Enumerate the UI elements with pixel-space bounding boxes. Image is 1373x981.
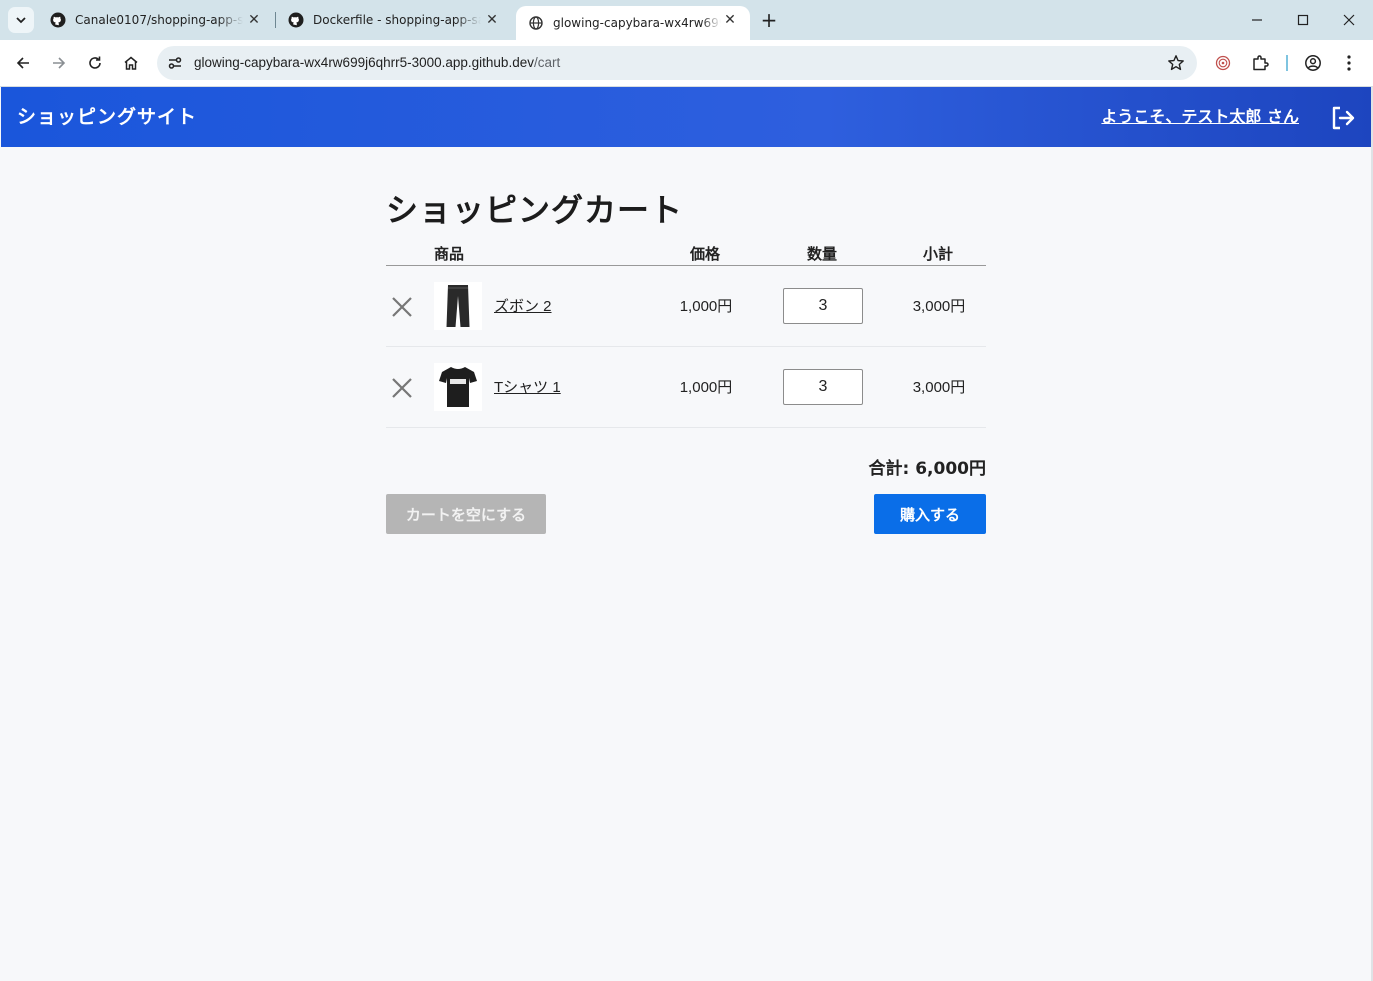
address-bar[interactable]: glowing-capybara-wx4rw699j6qhrr5-3000.ap… (157, 46, 1197, 80)
purchase-button[interactable]: 購入する (874, 494, 986, 534)
product-link[interactable]: Tシャツ 1 (494, 347, 561, 429)
tab-title: glowing-capybara-wx4rw699j6qhrr5 (553, 16, 721, 30)
site-info-icon[interactable] (163, 51, 187, 75)
extension-privacy-icon[interactable] (1212, 52, 1234, 74)
minimize-icon (1252, 19, 1262, 21)
product-thumbnail[interactable] (434, 282, 482, 330)
tab-strip: Canale0107/shopping-app-sample ✕ Dockerf… (0, 0, 1373, 40)
clear-cart-button[interactable]: カートを空にする (386, 494, 546, 534)
profile-icon[interactable] (1302, 52, 1324, 74)
item-subtotal: 3,000円 (912, 298, 966, 315)
maximize-icon (1297, 14, 1309, 26)
tab-github-repo[interactable]: Canale0107/shopping-app-sample ✕ (38, 0, 274, 40)
back-button[interactable] (8, 48, 38, 78)
product-thumbnail[interactable] (434, 363, 482, 411)
cart-total: 合計: 6,000円 (868, 459, 987, 479)
cart-table-header: 商品 価格 数量 小計 (386, 243, 986, 266)
column-quantity: 数量 (807, 245, 838, 263)
bookmark-star-icon[interactable] (1167, 54, 1185, 72)
column-subtotal: 小計 (923, 245, 954, 263)
window-close-button[interactable] (1326, 0, 1372, 40)
arrow-right-icon (53, 57, 66, 69)
url-text: glowing-capybara-wx4rw699j6qhrr5-3000.ap… (194, 46, 560, 80)
close-icon (1343, 14, 1355, 26)
close-icon (392, 297, 412, 317)
browser-toolbar: glowing-capybara-wx4rw699j6qhrr5-3000.ap… (0, 40, 1373, 87)
chevron-down-icon (16, 17, 26, 24)
reload-button[interactable] (80, 48, 110, 78)
github-icon (50, 12, 66, 28)
url-path: /cart (533, 55, 561, 70)
remove-item-button[interactable] (388, 374, 416, 402)
cart-row: ズボン 2 1,000円 3 3,000円 (386, 266, 986, 347)
minimize-button[interactable] (1234, 0, 1280, 40)
forward-button[interactable] (44, 48, 74, 78)
close-icon[interactable]: ✕ (246, 12, 262, 28)
new-tab-button[interactable]: + (756, 8, 782, 34)
quantity-input[interactable]: 3 (783, 288, 863, 324)
pants-icon (446, 285, 470, 327)
extensions-puzzle-icon[interactable] (1249, 52, 1271, 74)
page-title: ショッピングカート (386, 191, 684, 229)
url-host: glowing-capybara-wx4rw699j6qhrr5-3000.ap… (194, 55, 534, 70)
tab-title: Canale0107/shopping-app-sample (75, 13, 243, 27)
close-icon[interactable]: ✕ (484, 12, 500, 28)
product-link[interactable]: ズボン 2 (494, 266, 552, 348)
github-icon (288, 12, 304, 28)
home-icon (124, 56, 138, 70)
toolbar-separator (1286, 55, 1288, 71)
tab-title: Dockerfile - shopping-app-sample (313, 13, 481, 27)
tab-search-button[interactable] (8, 7, 34, 33)
cart-row: Tシャツ 1 1,000円 3 3,000円 (386, 347, 986, 428)
tab-dockerfile[interactable]: Dockerfile - shopping-app-sample ✕ (276, 0, 512, 40)
logout-icon[interactable] (1329, 104, 1357, 132)
globe-icon (528, 15, 544, 31)
arrow-left-icon (16, 57, 29, 69)
reload-icon (89, 56, 101, 69)
tshirt-icon (439, 367, 477, 407)
welcome-user-link[interactable]: ようこそ、テスト太郎 さん (1101, 87, 1299, 147)
maximize-button[interactable] (1280, 0, 1326, 40)
site-header: ショッピングサイト ようこそ、テスト太郎 さん (1, 87, 1371, 147)
item-subtotal: 3,000円 (912, 379, 966, 396)
home-button[interactable] (116, 48, 146, 78)
close-icon[interactable]: ✕ (722, 12, 738, 28)
item-price: 1,000円 (679, 379, 733, 396)
kebab-menu-icon[interactable] (1338, 52, 1360, 74)
remove-item-button[interactable] (388, 293, 416, 321)
site-title[interactable]: ショッピングサイト (17, 87, 197, 147)
quantity-input[interactable]: 3 (783, 369, 863, 405)
tab-active-app[interactable]: glowing-capybara-wx4rw699j6qhrr5 ✕ (516, 6, 750, 40)
close-icon (392, 378, 412, 398)
column-product: 商品 (434, 245, 465, 263)
column-price: 価格 (690, 245, 721, 263)
item-price: 1,000円 (679, 298, 733, 315)
